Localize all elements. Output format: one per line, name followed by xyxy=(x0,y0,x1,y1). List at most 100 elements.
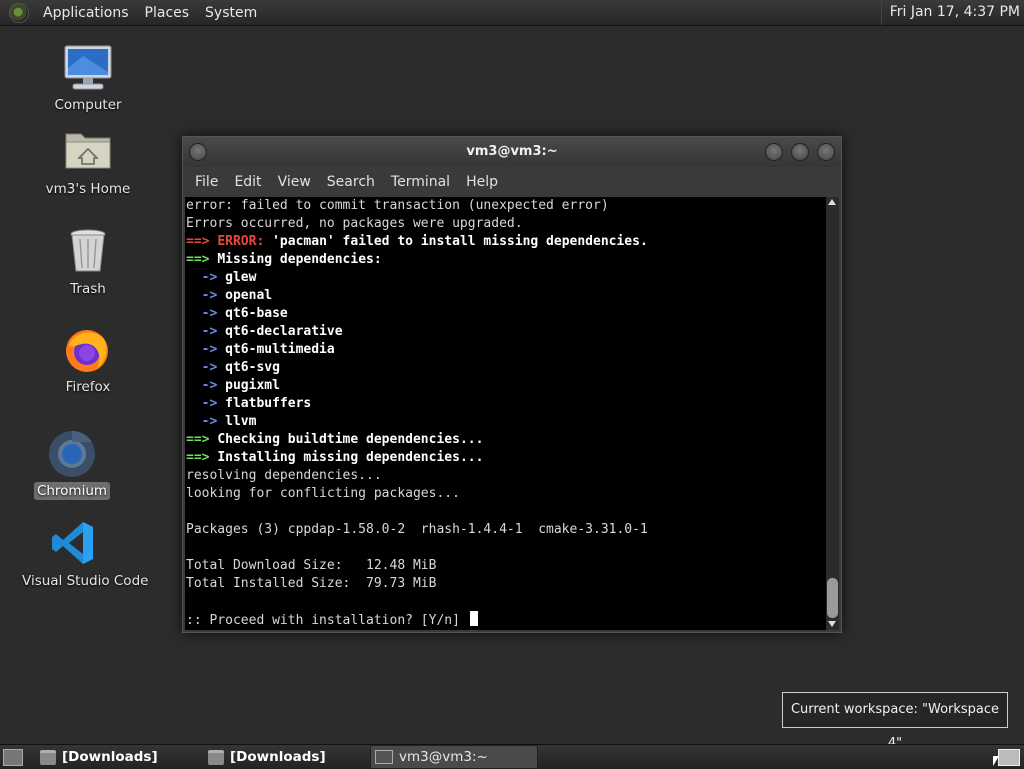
terminal-text: Total Download Size: 12.48 MiB xyxy=(186,558,437,573)
computer-icon xyxy=(63,44,113,92)
minimize-button[interactable] xyxy=(765,143,783,161)
terminal-line: -> qt6-svg xyxy=(185,359,826,377)
terminal-line: :: Proceed with installation? [Y/n] xyxy=(185,611,826,629)
scroll-thumb[interactable] xyxy=(827,578,838,618)
terminal-text: qt6-declarative xyxy=(225,324,343,339)
terminal-text: flatbuffers xyxy=(225,396,312,411)
terminal-line: resolving dependencies... xyxy=(185,467,826,485)
terminal-line: -> llvm xyxy=(185,413,826,431)
terminal-text: ==> xyxy=(186,432,218,447)
desktop-icon-chromium[interactable]: Chromium xyxy=(17,430,127,500)
terminal-text: -> xyxy=(186,396,226,411)
distro-logo-icon[interactable] xyxy=(9,2,29,23)
terminal-text: qt6-base xyxy=(225,306,288,321)
terminal-text: glew xyxy=(225,270,257,285)
taskbar-item-label: [Downloads] xyxy=(230,749,326,765)
terminal-text: Total Installed Size: 79.73 MiB xyxy=(186,576,437,591)
menu-search[interactable]: Search xyxy=(319,174,383,190)
desktop-icon-home[interactable]: vm3's Home xyxy=(33,128,143,198)
terminal-text: Missing dependencies: xyxy=(217,252,382,267)
desktop-icon-label: vm3's Home xyxy=(45,181,131,197)
terminal-line: error: failed to commit transaction (une… xyxy=(185,197,826,215)
desktop-icon-label: Computer xyxy=(54,97,122,113)
workspace-switcher[interactable] xyxy=(998,749,1020,766)
terminal-text: qt6-svg xyxy=(225,360,280,375)
window-titlebar[interactable]: vm3@vm3:~ xyxy=(183,137,841,167)
terminal-line: ==> ERROR: 'pacman' failed to install mi… xyxy=(185,233,826,251)
terminal-line: Packages (3) cppdap-1.58.0-2 rhash-1.4.4… xyxy=(185,521,826,539)
terminal-text: llvm xyxy=(225,414,257,429)
terminal-text: resolving dependencies... xyxy=(186,468,382,483)
workspace-tooltip: Current workspace: "Workspace 4" xyxy=(782,692,1008,751)
clock[interactable]: Fri Jan 17, 4:37 PM xyxy=(880,0,1020,25)
terminal-output[interactable]: error: failed to commit transaction (une… xyxy=(185,197,826,630)
folder-icon xyxy=(40,749,56,765)
terminal-text: ==> xyxy=(186,450,218,465)
scroll-down-arrow-icon[interactable] xyxy=(828,621,836,627)
home-folder-icon xyxy=(63,128,113,176)
close-button[interactable] xyxy=(817,143,835,161)
menu-edit[interactable]: Edit xyxy=(226,174,269,190)
terminal-text: error: failed to commit transaction (une… xyxy=(186,198,609,213)
terminal-line: -> qt6-declarative xyxy=(185,323,826,341)
terminal-line: ==> Installing missing dependencies... xyxy=(185,449,826,467)
desktop-icon-firefox[interactable]: Firefox xyxy=(33,326,143,396)
terminal-text: -> xyxy=(186,360,226,375)
terminal-text: Installing missing dependencies... xyxy=(217,450,484,465)
terminal-window[interactable]: vm3@vm3:~ File Edit View Search Terminal… xyxy=(182,136,842,633)
terminal-text: Errors occurred, no packages were upgrad… xyxy=(186,216,523,231)
show-desktop-icon[interactable] xyxy=(3,749,23,766)
scroll-up-arrow-icon[interactable] xyxy=(828,199,836,205)
menu-terminal[interactable]: Terminal xyxy=(383,174,458,190)
vscode-icon xyxy=(49,520,99,568)
maximize-button[interactable] xyxy=(791,143,809,161)
window-title: vm3@vm3:~ xyxy=(466,144,558,159)
firefox-icon xyxy=(63,326,113,374)
menu-file[interactable]: File xyxy=(187,174,226,190)
terminal-menubar: File Edit View Search Terminal Help xyxy=(183,167,841,196)
taskbar-item-label: vm3@vm3:~ xyxy=(399,749,488,765)
menu-applications[interactable]: Applications xyxy=(35,5,137,21)
terminal-text: openal xyxy=(225,288,273,303)
terminal-text: -> xyxy=(186,288,226,303)
terminal-text: :: Proceed with installation? [Y/n] xyxy=(186,613,468,628)
terminal-scrollbar[interactable] xyxy=(826,197,839,630)
terminal-line: -> glew xyxy=(185,269,826,287)
terminal-icon xyxy=(375,750,393,764)
terminal-text: ERROR: xyxy=(217,234,273,249)
desktop-icon-vscode[interactable]: Visual Studio Code xyxy=(19,520,148,590)
terminal-line: ==> Checking buildtime dependencies... xyxy=(185,431,826,449)
desktop-icon-trash[interactable]: Trash xyxy=(33,228,143,298)
terminal-text: qt6-multimedia xyxy=(225,342,335,357)
folder-icon xyxy=(208,749,224,765)
desktop-icon-label: Visual Studio Code xyxy=(22,573,149,589)
menu-places[interactable]: Places xyxy=(137,5,198,21)
taskbar-item-downloads-2[interactable]: [Downloads] xyxy=(204,745,364,769)
terminal-line: Errors occurred, no packages were upgrad… xyxy=(185,215,826,233)
terminal-text: 'pacman' failed to install missing depen… xyxy=(272,234,648,249)
desktop-icon-computer[interactable]: Computer xyxy=(33,44,143,114)
taskbar-item-downloads-1[interactable]: [Downloads] xyxy=(36,745,196,769)
top-panel: Applications Places System Fri Jan 17, 4… xyxy=(0,0,1024,26)
terminal-line: -> flatbuffers xyxy=(185,395,826,413)
desktop-icon-label: Trash xyxy=(70,281,106,297)
terminal-line: -> qt6-multimedia xyxy=(185,341,826,359)
menu-view[interactable]: View xyxy=(270,174,319,190)
terminal-text: ==> xyxy=(186,252,218,267)
terminal-line: -> openal xyxy=(185,287,826,305)
terminal-line: looking for conflicting packages... xyxy=(185,485,826,503)
terminal-text: -> xyxy=(186,306,226,321)
terminal-line: ==> Missing dependencies: xyxy=(185,251,826,269)
terminal-line: Total Download Size: 12.48 MiB xyxy=(185,557,826,575)
terminal-text: ==> xyxy=(186,234,218,249)
terminal-text: looking for conflicting packages... xyxy=(186,486,460,501)
taskbar-item-terminal[interactable]: vm3@vm3:~ xyxy=(370,745,538,769)
terminal-text: -> xyxy=(186,414,226,429)
chromium-icon xyxy=(47,430,97,478)
terminal-text: -> xyxy=(186,342,226,357)
menu-system[interactable]: System xyxy=(197,5,265,21)
menu-help[interactable]: Help xyxy=(458,174,506,190)
